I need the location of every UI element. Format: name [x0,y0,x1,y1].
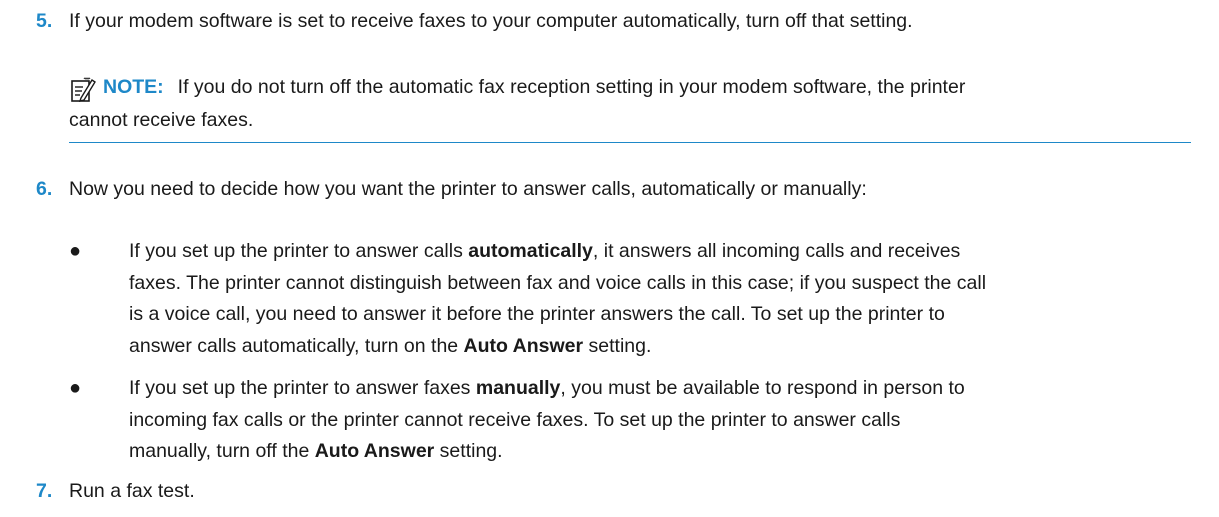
setting-name: Auto Answer [314,440,435,462]
text-run: , it answers all incoming calls and rece… [592,240,961,262]
text-run: answer calls automatically, turn on the [129,334,464,357]
text-run: If you set up the printer to answer faxe… [129,377,476,399]
step-text: If your modem software is set to receive… [69,10,913,32]
note-label: NOTE: [103,76,164,98]
text-line: answer calls automatically, turn on the … [129,331,1189,363]
step-text: Run a fax test. [69,480,195,502]
bullet-icon: ● [69,377,82,399]
note-callout: NOTE: If you do not turn off the automati… [69,72,1191,143]
text-line: is a voice call, you need to answer it b… [129,303,945,325]
text-line: incoming fax calls or the printer cannot… [129,408,901,431]
text-line: manually, turn off the Auto Answer setti… [129,436,1189,468]
list-item-text: If you set up the printer to answer faxe… [129,373,1189,468]
text-run: If you set up the printer to answer call… [129,240,469,262]
text-run: , you must be available to respond in pe… [560,377,965,399]
note-line-2: cannot receive faxes. [69,109,254,131]
text-run: setting. [434,440,503,462]
step-number: 7. [36,480,53,502]
note-icon [70,77,96,103]
setting-name: Auto Answer [463,334,584,357]
step-number: 5. [36,10,53,32]
emphasis-text: manually [475,377,561,399]
text-run: manually, turn off the [129,440,315,462]
note-line-1: NOTE: If you do not turn off the automati… [103,72,1183,102]
list-item-text: If you set up the printer to answer call… [129,236,1189,362]
text-line: If you set up the printer to answer faxe… [129,373,1189,405]
document-page: 5. If your modem software is set to rece… [0,0,1219,517]
step-number: 6. [36,178,53,200]
text-run: setting. [583,334,652,357]
text-line: If you set up the printer to answer call… [129,236,1189,268]
step-text: Now you need to decide how you want the … [69,178,867,200]
emphasis-text: automatically [468,240,593,262]
note-text-1: If you do not turn off the automatic fax… [177,76,966,98]
bullet-icon: ● [69,240,82,262]
text-line: faxes. The printer cannot distinguish be… [129,271,987,294]
